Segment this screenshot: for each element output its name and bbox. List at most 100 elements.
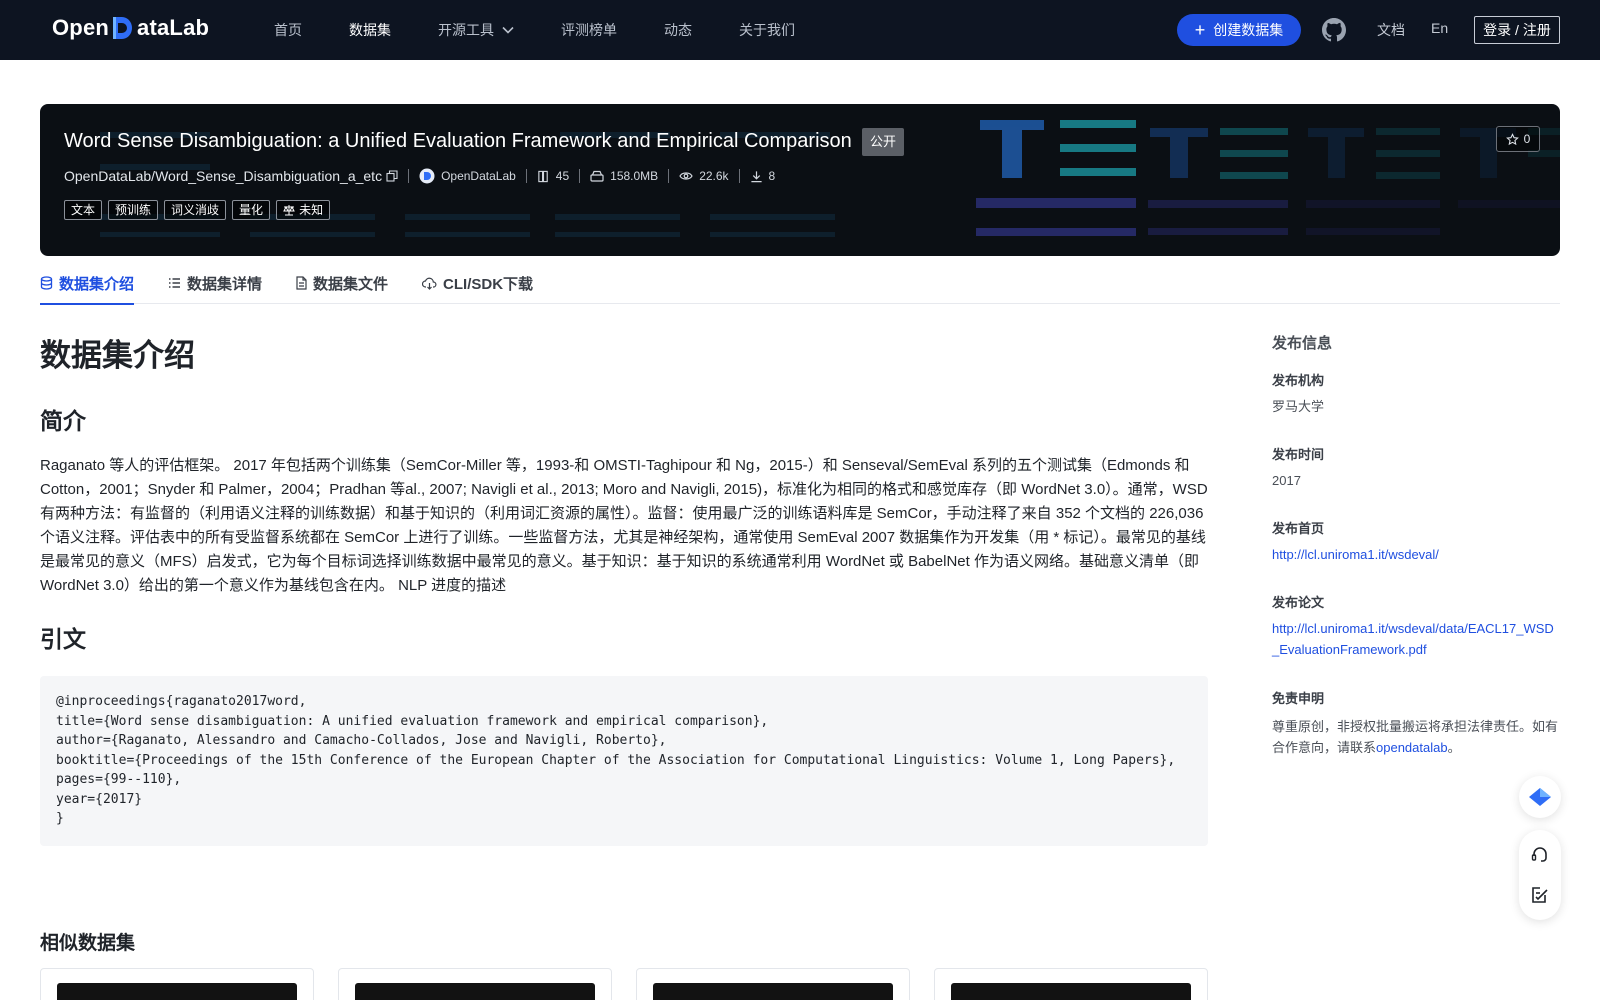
create-dataset-button[interactable]: + 创建数据集: [1177, 14, 1301, 46]
plus-icon: +: [1194, 20, 1206, 40]
dataset-meta: OpenDataLab/Word_Sense_Disambiguation_a_…: [64, 166, 775, 186]
database-icon: [40, 276, 53, 290]
nav-datasets[interactable]: 数据集: [349, 20, 391, 40]
page-title: 数据集介绍: [40, 338, 195, 373]
publisher-org-value: 罗马大学: [1272, 399, 1325, 414]
similar-datasets-list: [40, 968, 1208, 1000]
dataset-thumbnail: [355, 983, 595, 1000]
publisher[interactable]: OpenDataLab: [419, 168, 516, 184]
divider: [738, 169, 740, 183]
contact-link[interactable]: opendatalab: [1376, 740, 1448, 755]
star-icon: [1505, 132, 1519, 145]
paper-label: 发布论文: [1272, 595, 1325, 610]
tag-item[interactable]: 文本: [64, 200, 103, 220]
tag-item[interactable]: 预训练: [108, 200, 159, 220]
top-navbar: Open ataLab 首页 数据集 开源工具 评测榜单 动态 关于我们 + 创…: [0, 0, 1600, 60]
tab-introduction[interactable]: 数据集介绍: [40, 262, 135, 305]
list-icon: [169, 278, 181, 288]
disclaimer-label: 免责申明: [1272, 691, 1325, 706]
dataset-tabs: 数据集介绍 数据集详情 数据集文件 CLI/SDK下载: [40, 262, 1560, 305]
dataset-thumbnail: [57, 983, 297, 1000]
assistant-button[interactable]: [1519, 776, 1561, 818]
dataset-title: Word Sense Disambiguation: a Unified Eva…: [64, 130, 852, 152]
dataset-tags: 文本 预训练 词义消歧 量化 未知: [64, 200, 336, 220]
copy-icon[interactable]: [386, 170, 398, 182]
license-tag[interactable]: 未知: [276, 200, 331, 220]
floating-assistant: [1519, 776, 1561, 818]
dataset-size: 158.0MB: [610, 169, 659, 183]
likes-stat: 45: [537, 169, 569, 183]
customer-service-button[interactable]: [1519, 835, 1561, 875]
similar-dataset-card[interactable]: [40, 968, 314, 1000]
tab-cli-sdk[interactable]: CLI/SDK下载: [422, 262, 533, 304]
create-dataset-label: 创建数据集: [1213, 22, 1284, 38]
publisher-name: OpenDataLab: [441, 169, 516, 183]
repo-path: OpenDataLab/Word_Sense_Disambiguation_a_…: [64, 168, 383, 184]
homepage-label: 发布首页: [1272, 521, 1325, 536]
github-icon[interactable]: [1322, 18, 1346, 42]
tab-details-label: 数据集详情: [187, 275, 263, 293]
views-count: 22.6k: [699, 169, 729, 183]
diamond-logo-icon: [1529, 788, 1551, 806]
release-time-value: 2017: [1272, 473, 1301, 488]
views-stat: 22.6k: [679, 169, 729, 183]
star-button[interactable]: 0: [1496, 126, 1540, 152]
license-value: 未知: [299, 203, 324, 217]
download-icon: [750, 170, 762, 182]
edit-note-icon: [1532, 887, 1548, 903]
dataset-thumbnail: [653, 983, 893, 1000]
cloud-download-icon: [422, 277, 437, 290]
release-info-title: 发布信息: [1272, 335, 1333, 352]
floating-toolbar: [1519, 830, 1561, 920]
chevron-down-icon: [502, 26, 514, 34]
tab-details[interactable]: 数据集详情: [168, 262, 262, 304]
downloads-stat: 8: [750, 169, 776, 183]
login-register-button[interactable]: 登录 / 注册: [1474, 16, 1560, 44]
logo-d-icon: [110, 14, 136, 42]
divider: [579, 169, 581, 183]
similar-dataset-card[interactable]: [934, 968, 1208, 1000]
tag-item[interactable]: 词义消歧: [164, 200, 227, 220]
feedback-button[interactable]: [1519, 875, 1561, 915]
nav-about[interactable]: 关于我们: [739, 20, 795, 40]
publisher-avatar-icon: [419, 168, 435, 184]
language-switch[interactable]: En: [1431, 20, 1448, 36]
nav-home[interactable]: 首页: [274, 20, 302, 40]
intro-text: Raganato 等人的评估框架。 2017 年包括两个训练集（SemCor-M…: [40, 457, 1208, 594]
dataset-thumbnail: [951, 983, 1191, 1000]
nav-open-tools[interactable]: 开源工具: [438, 20, 514, 40]
opendatalab-logo[interactable]: Open ataLab: [52, 14, 209, 42]
similar-dataset-card[interactable]: [338, 968, 612, 1000]
nav-leaderboard[interactable]: 评测榜单: [561, 20, 617, 40]
dataset-banner: Word Sense Disambiguation: a Unified Eva…: [40, 104, 1560, 256]
scale-icon: [283, 205, 295, 216]
release-time-label: 发布时间: [1272, 447, 1325, 462]
logo-text-atalab: ataLab: [137, 15, 210, 40]
visibility-badge: 公开: [862, 128, 905, 156]
homepage-link[interactable]: http://lcl.uniroma1.it/wsdeval/: [1272, 544, 1558, 565]
storage-icon: [590, 170, 604, 182]
likes-count: 45: [555, 169, 570, 183]
divider: [525, 169, 527, 183]
book-icon: [538, 170, 548, 182]
size-stat: 158.0MB: [590, 169, 658, 183]
tag-item[interactable]: 量化: [232, 200, 271, 220]
nav-open-tools-label: 开源工具: [438, 22, 494, 38]
logo-text-open: Open: [52, 15, 110, 40]
similar-dataset-card[interactable]: [636, 968, 910, 1000]
divider: [408, 169, 410, 183]
downloads-count: 8: [768, 169, 776, 183]
divider: [668, 169, 670, 183]
publisher-org-label: 发布机构: [1272, 373, 1325, 388]
file-icon: [296, 276, 307, 290]
intro-heading: 简介: [40, 408, 86, 434]
disclaimer-text: 尊重原创，非授权批量搬运将承担法律责任。如有合作意向，请联系opendatala…: [1272, 716, 1562, 758]
tab-cli-sdk-label: CLI/SDK下载: [443, 275, 534, 293]
tab-files[interactable]: 数据集文件: [296, 262, 388, 304]
star-count: 0: [1523, 132, 1531, 146]
citation-code-block[interactable]: @inproceedings{raganato2017word, title={…: [40, 676, 1208, 846]
citation-text: @inproceedings{raganato2017word, title={…: [56, 694, 1176, 826]
nav-news[interactable]: 动态: [664, 20, 692, 40]
nav-docs[interactable]: 文档: [1377, 20, 1405, 40]
paper-link[interactable]: http://lcl.uniroma1.it/wsdeval/data/EACL…: [1272, 618, 1558, 660]
